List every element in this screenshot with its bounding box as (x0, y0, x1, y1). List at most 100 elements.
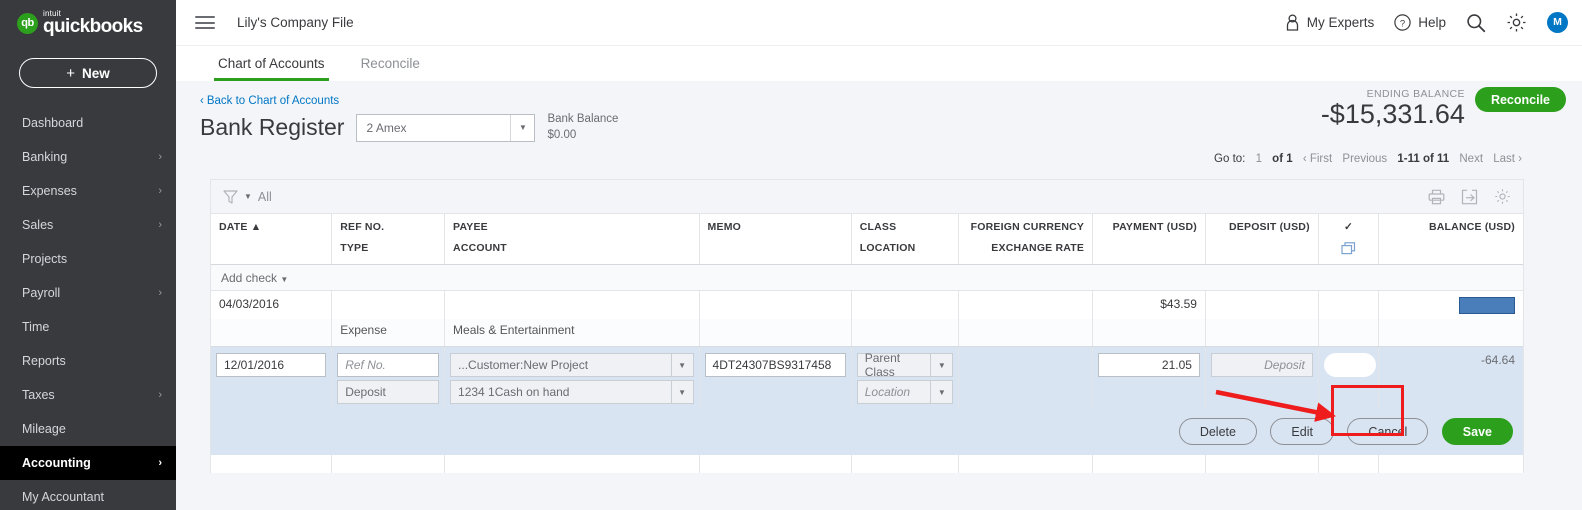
settings-gear-icon[interactable] (1494, 188, 1511, 205)
sidebar-item-mileage[interactable]: Mileage (0, 412, 176, 446)
deposit-input[interactable]: Deposit (1210, 353, 1313, 377)
print-icon[interactable] (1428, 189, 1445, 205)
add-check-dropdown[interactable]: Add check ▼ (211, 264, 1523, 291)
sidebar-item-accounting[interactable]: Accounting › (0, 446, 176, 480)
account-select[interactable]: 2 Amex ▼ (356, 113, 536, 142)
sidebar-item-projects[interactable]: Projects (0, 242, 176, 276)
col-payment-label: PAYMENT (USD) (1112, 221, 1197, 233)
class-select[interactable]: Parent Class ▼ (856, 351, 954, 379)
pagination-previous[interactable]: Previous (1342, 153, 1387, 165)
sidebar-item-dashboard[interactable]: Dashboard (0, 106, 176, 140)
sidebar-item-label: Accounting (22, 456, 91, 470)
sidebar-item-label: Projects (22, 252, 68, 266)
back-to-chart-of-accounts-link[interactable]: ‹ Back to Chart of Accounts (200, 95, 339, 107)
edit-cell-date: 12/01/2016 (211, 346, 333, 379)
col-balance-label: BALANCE (USD) (1428, 221, 1515, 233)
cell-payment-sub (1092, 318, 1206, 347)
new-button[interactable]: + New (19, 58, 157, 88)
sidebar-item-label: Taxes (22, 388, 55, 402)
col-foreign-currency: FOREIGN CURRENCY EXCHANGE RATE (958, 214, 1094, 265)
back-link-label: Back to Chart of Accounts (206, 95, 340, 107)
type-field[interactable]: Deposit (337, 380, 440, 404)
chevron-down-icon[interactable]: ▼ (510, 114, 534, 141)
chevron-left-icon: ‹ (200, 95, 204, 107)
quickbooks-wordmark: quickbooks (43, 16, 143, 37)
pagination-last[interactable]: Last › (1493, 153, 1522, 165)
location-select[interactable]: Location ▼ (856, 380, 954, 404)
cell-payment: $43.59 (1092, 290, 1206, 319)
tail-cell (699, 455, 852, 473)
sidebar-item-time[interactable]: Time (0, 310, 176, 344)
user-avatar[interactable]: M (1547, 12, 1568, 33)
cell-memo (699, 290, 852, 319)
date-input[interactable]: 12/01/2016 (216, 353, 327, 377)
sidebar-item-my-accountant[interactable]: My Accountant (0, 480, 176, 510)
cell-reconciled[interactable] (1318, 290, 1380, 319)
add-check-row[interactable]: Add check ▼ (211, 264, 1523, 291)
my-experts-label: My Experts (1306, 15, 1375, 30)
chevron-right-icon: › (158, 287, 162, 299)
chevron-down-icon[interactable]: ▼ (670, 353, 693, 377)
sidebar-item-label: Mileage (22, 422, 66, 436)
quickbooks-logo[interactable]: qb intuit quickbooks (0, 0, 176, 46)
chevron-down-icon[interactable]: ▼ (930, 353, 952, 377)
ref-no-input[interactable]: Ref No. (337, 353, 440, 377)
edit-row-actions: Delete Edit Cancel Save (211, 410, 1523, 455)
gear-icon[interactable] (1506, 12, 1527, 33)
pagination-next[interactable]: Next (1459, 153, 1483, 165)
sidebar-item-sales[interactable]: Sales › (0, 208, 176, 242)
col-date[interactable]: DATE ▲ (211, 214, 333, 265)
reconcile-button[interactable]: Reconcile (1474, 87, 1566, 112)
chevron-down-icon[interactable]: ▼ (930, 380, 952, 404)
pagination-goto-label: Go to: (1214, 153, 1246, 165)
ending-balance-block: ENDING BALANCE -$15,331.64 Reconcile (1321, 87, 1566, 128)
tail-cell (331, 455, 446, 473)
tab-chart-of-accounts[interactable]: Chart of Accounts (214, 56, 329, 81)
edit-cell-payee: ...Customer:New Project ▼ (444, 346, 700, 379)
cell-balance (1378, 290, 1523, 319)
sidebar-item-label: Expenses (22, 184, 77, 198)
sidebar-item-payroll[interactable]: Payroll › (0, 276, 176, 310)
cell-class (851, 290, 960, 319)
sidebar-item-taxes[interactable]: Taxes › (0, 378, 176, 412)
cell-memo-sub (699, 318, 852, 347)
chevron-down-icon[interactable]: ▼ (670, 380, 693, 404)
col-date-label: DATE ▲ (219, 221, 262, 233)
delete-button[interactable]: Delete (1178, 418, 1257, 445)
account-select-field[interactable]: 1234 1Cash on hand ▼ (450, 380, 694, 404)
sidebar-item-reports[interactable]: Reports (0, 344, 176, 378)
copy-icon[interactable] (1327, 242, 1370, 258)
page-header: ‹ Back to Chart of Accounts Bank Registe… (176, 81, 1582, 153)
col-deposit: DEPOSIT (USD) (1205, 214, 1319, 265)
tail-cell (1318, 455, 1380, 473)
my-experts-button[interactable]: My Experts (1285, 14, 1375, 31)
cell-date-sub (211, 318, 333, 347)
table-row[interactable]: 04/03/2016 $43.59 (211, 290, 1523, 319)
quickbooks-app: qb intuit quickbooks + New Dashboard Ban… (0, 0, 1582, 510)
class-value: Parent Class (864, 351, 901, 379)
help-button[interactable]: ? Help (1394, 14, 1446, 31)
reconcile-status-toggle[interactable] (1323, 353, 1376, 377)
save-button[interactable]: Save (1441, 418, 1513, 445)
pagination-current-page[interactable]: 1 (1256, 153, 1262, 165)
sidebar-item-expenses[interactable]: Expenses › (0, 174, 176, 208)
tail-cell (211, 455, 333, 473)
hamburger-menu-icon[interactable] (195, 13, 215, 33)
filter-dropdown[interactable]: ▼ All (223, 190, 272, 204)
pagination-first[interactable]: ‹ First (1303, 153, 1332, 165)
sidebar-item-banking[interactable]: Banking › (0, 140, 176, 174)
company-title: Lily's Company File (237, 15, 354, 30)
payee-select[interactable]: ...Customer:New Project ▼ (450, 353, 694, 377)
col-location-label: LOCATION (859, 242, 916, 254)
tail-cell (958, 455, 1094, 473)
search-icon[interactable] (1466, 13, 1486, 33)
edit-button[interactable]: Edit (1270, 418, 1334, 445)
export-icon[interactable] (1461, 189, 1478, 205)
memo-input[interactable]: 4DT24307BS9317458 (704, 353, 846, 377)
tab-reconcile[interactable]: Reconcile (357, 56, 424, 81)
edit-cell-class: Parent Class ▼ (851, 346, 960, 379)
payment-input[interactable]: 21.05 (1098, 353, 1200, 377)
col-payee: PAYEE ACCOUNT (444, 214, 700, 265)
table-row-secondary[interactable]: Expense Meals & Entertainment (211, 318, 1523, 347)
chevron-right-icon: › (158, 219, 162, 231)
